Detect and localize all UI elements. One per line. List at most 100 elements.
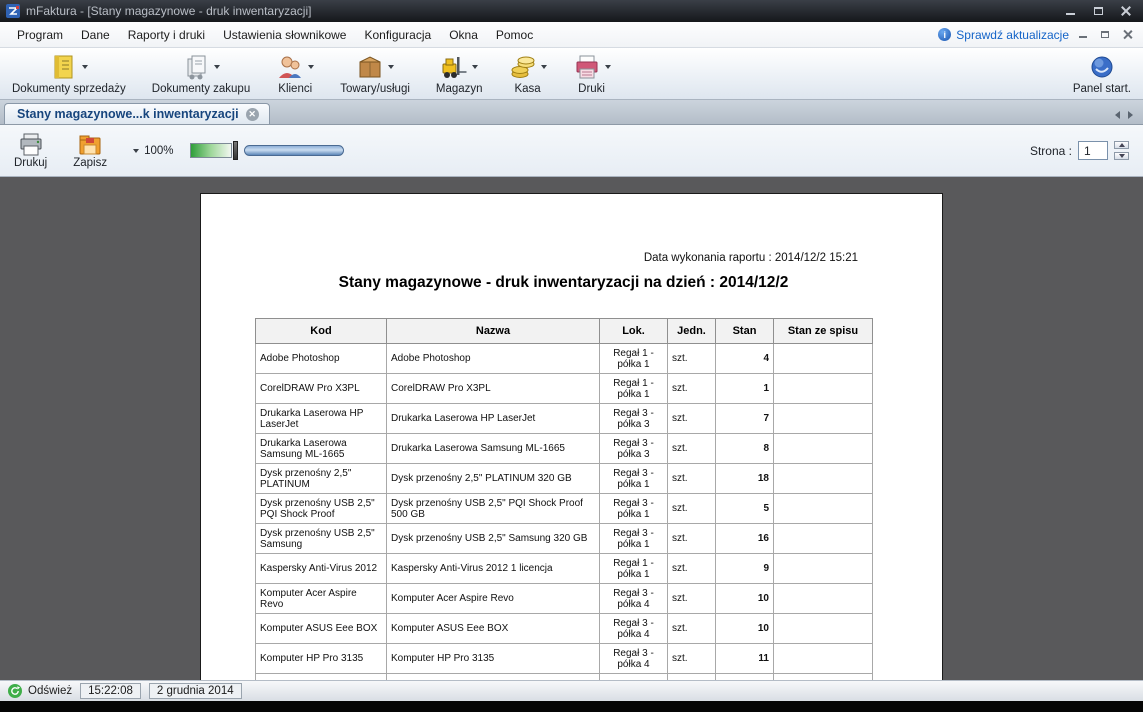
zoom-dropdown[interactable]: 100% [133,145,173,157]
menu-program[interactable]: Program [8,24,72,46]
menu-konfiguracja[interactable]: Konfiguracja [355,24,440,46]
tab-stany-magazynowe[interactable]: Stany magazynowe...k inwentaryzacji ✕ [4,103,270,124]
toolbar-klienci-button[interactable]: Klienci [274,50,316,96]
toolbar-kasa-button[interactable]: Kasa [507,50,549,96]
refresh-label: Odśwież [28,685,72,697]
toolbar-label: Magazyn [436,83,483,95]
page-number-input[interactable]: 1 [1078,141,1108,160]
cell-lok: Regał 1 - półka 1 [600,374,668,404]
cell-kod: Kaspersky Anti-Virus 2012 [256,554,387,584]
report-table: Kod Nazwa Lok. Jedn. Stan Stan ze spisu … [255,318,873,680]
prints-icon [573,53,601,81]
table-row: Adobe Photoshop Adobe Photoshop Regał 1 … [256,344,873,374]
dropdown-arrow-icon[interactable] [605,65,611,69]
table-row: Dysk przenośny USB 2,5" PQI Shock Proof … [256,494,873,524]
purchase-documents-icon [182,53,210,81]
close-button[interactable] [1119,5,1133,17]
toolbar-dokumenty-sprzedazy-button[interactable]: Dokumenty sprzedaży [10,50,128,96]
cell-kod: Dysk przenośny USB 2,5" Samsung [256,524,387,554]
toolbar-towary-uslugi-button[interactable]: Towary/usługi [338,50,412,96]
zoom-slider[interactable] [190,141,344,160]
cell-kod: Komputer Acer Aspire Revo [256,584,387,614]
cell-lok: Regał 3 - półka 4 [600,644,668,674]
zoom-slider-fill [190,143,232,158]
printer-icon [18,133,44,157]
cell-lok: Regał 3 - półka 1 [600,494,668,524]
warehouse-forklift-icon [440,53,468,81]
cell-jedn: szt. [668,344,716,374]
cell-jedn: szt. [668,644,716,674]
mdi-window-controls [1077,29,1135,40]
page-down-button[interactable] [1114,152,1129,160]
zoom-slider-track[interactable] [244,145,344,156]
menu-okna[interactable]: Okna [440,24,487,46]
dropdown-arrow-icon[interactable] [214,65,220,69]
cell-jedn: szt. [668,524,716,554]
cell-stan: 16 [716,524,774,554]
cell-nazwa: Dysk przenośny 2,5" PLATINUM 320 GB [387,464,600,494]
table-row: Komputer Acer Aspire Revo Komputer Acer … [256,584,873,614]
cell-nazwa: CorelDRAW Pro X3PL [387,374,600,404]
cell-stan-ze-spisu [774,344,873,374]
mdi-minimize-button[interactable] [1077,29,1089,40]
cell-lok: Regał 3 - półka 1 [600,464,668,494]
dropdown-arrow-icon[interactable] [541,65,547,69]
maximize-button[interactable] [1091,5,1105,17]
header-kod: Kod [256,319,387,344]
tab-scroll-left-icon[interactable] [1115,111,1120,119]
refresh-button[interactable]: Odśwież [8,684,72,698]
cell-kod: CorelDRAW Pro X3PL [256,374,387,404]
table-row: CorelDRAW Pro X3PL CorelDRAW Pro X3PL Re… [256,374,873,404]
cell-stan: 7 [716,404,774,434]
cell-nazwa: Dysk przenośny USB 2,5" Samsung 320 GB [387,524,600,554]
cell-jedn: szt. [668,434,716,464]
tabbar: Stany magazynowe...k inwentaryzacji ✕ [0,100,1143,125]
tab-close-icon[interactable]: ✕ [246,108,259,121]
cell-lok: Regał 3 - półka 3 [600,434,668,464]
cell-nazwa: Drukarka Laserowa HP LaserJet [387,404,600,434]
header-stan: Stan [716,319,774,344]
cell-stan: 18 [716,464,774,494]
toolbar-magazyn-button[interactable]: Magazyn [434,50,485,96]
minimize-button[interactable] [1063,5,1077,17]
report-page: Data wykonania raportu : 2014/12/2 15:21… [200,193,943,680]
menu-ustawienia-slownikowe[interactable]: Ustawienia słownikowe [214,24,355,46]
cell-jedn: szt. [668,374,716,404]
dropdown-arrow-icon[interactable] [308,65,314,69]
toolbar-dokumenty-zakupu-button[interactable]: Dokumenty zakupu [150,50,252,96]
cell-jedn: szt. [668,614,716,644]
menu-pomoc[interactable]: Pomoc [487,24,542,46]
header-stan-ze-spisu: Stan ze spisu [774,319,873,344]
app-icon [6,4,20,18]
cell-stan: 5 [716,494,774,524]
menu-dane[interactable]: Dane [72,24,119,46]
zoom-slider-handle[interactable] [233,141,238,160]
cell-stan: 4 [716,344,774,374]
save-label: Zapisz [73,157,107,169]
cell-lok: Regał 3 - półka 4 [600,584,668,614]
mdi-close-button[interactable] [1121,29,1133,40]
save-button[interactable]: Zapisz [73,133,107,169]
cell-kod: Dysk przenośny USB 2,5" PQI Shock Proof [256,494,387,524]
check-updates-link[interactable]: i Sprawdź aktualizacje [938,28,1069,42]
cell-kod: Drukarka Laserowa HP LaserJet [256,404,387,434]
toolbar-druki-button[interactable]: Druki [571,50,613,96]
cell-jedn: szt. [668,494,716,524]
table-row: Komputer ASUS Eee BOX Komputer ASUS Eee … [256,614,873,644]
cell-nazwa: Drukarka Laserowa Samsung ML-1665 [387,434,600,464]
menu-raporty-i-druki[interactable]: Raporty i druki [119,24,214,46]
dropdown-arrow-icon[interactable] [388,65,394,69]
table-row: Drukarka Laserowa Samsung ML-1665 Drukar… [256,434,873,464]
panel-start-button[interactable]: Panel start. [1071,50,1133,96]
cell-lok: Regał 3 - półka 4 [600,614,668,644]
tab-scroll-right-icon[interactable] [1128,111,1133,119]
page-up-button[interactable] [1114,141,1129,149]
report-title: Stany magazynowe - druk inwentaryzacji n… [255,274,872,292]
mdi-restore-button[interactable] [1099,29,1111,40]
dropdown-arrow-icon[interactable] [82,65,88,69]
print-button[interactable]: Drukuj [14,133,47,169]
dropdown-arrow-icon[interactable] [472,65,478,69]
report-date-line: Data wykonania raportu : 2014/12/2 15:21 [255,252,872,264]
cell-kod: Komputer ASUS Eee BOX [256,614,387,644]
cash-coins-icon [509,53,537,81]
